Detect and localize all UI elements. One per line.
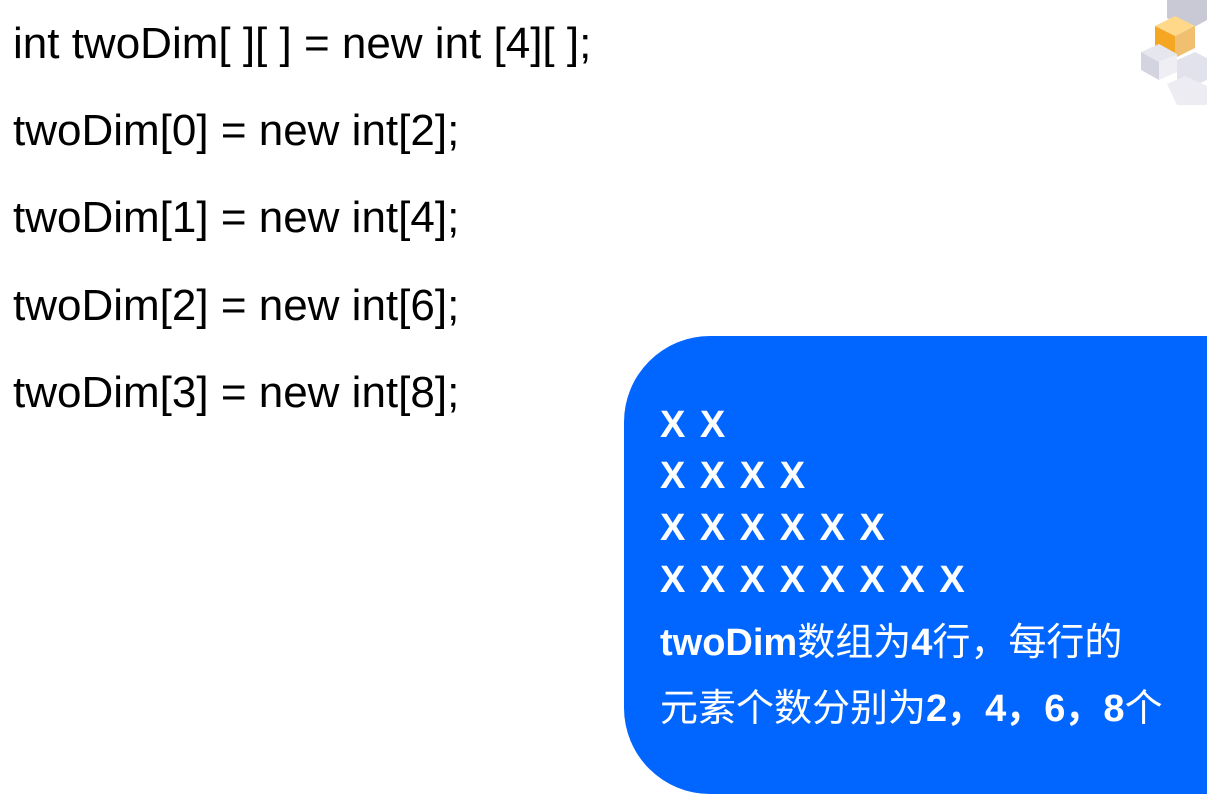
x-row: X X	[660, 404, 728, 446]
x-row: X X X X X X	[660, 507, 887, 549]
cubes-decoration-icon	[1141, 0, 1207, 105]
callout-note-line-2: 元素个数分别为2，4，6，8个	[660, 690, 1163, 728]
callout-box: X X X X X X X X X X X X X X X X X X X X …	[624, 336, 1207, 794]
code-line: twoDim[3] = new int[8];	[13, 368, 460, 417]
code-line: twoDim[0] = new int[2];	[13, 106, 460, 155]
note-text: 个	[1124, 688, 1163, 730]
code-line: int twoDim[ ][ ] = new int [4][ ];	[13, 19, 592, 68]
note-text: 2，4，6，8	[926, 688, 1125, 730]
x-row: X X X X X X X X	[660, 559, 967, 601]
note-text: 数组为	[797, 622, 912, 664]
note-text: 元素个数分别为	[660, 688, 927, 730]
code-line: twoDim[1] = new int[4];	[13, 193, 460, 242]
x-row: X X X X	[660, 455, 808, 497]
callout-note-line-1: twoDim数组为4行，每行的	[660, 624, 1122, 662]
note-text: 4	[911, 622, 933, 664]
code-line: twoDim[2] = new int[6];	[13, 281, 460, 330]
note-text: twoDim	[660, 622, 798, 664]
note-text: 行，每行的	[932, 622, 1123, 664]
